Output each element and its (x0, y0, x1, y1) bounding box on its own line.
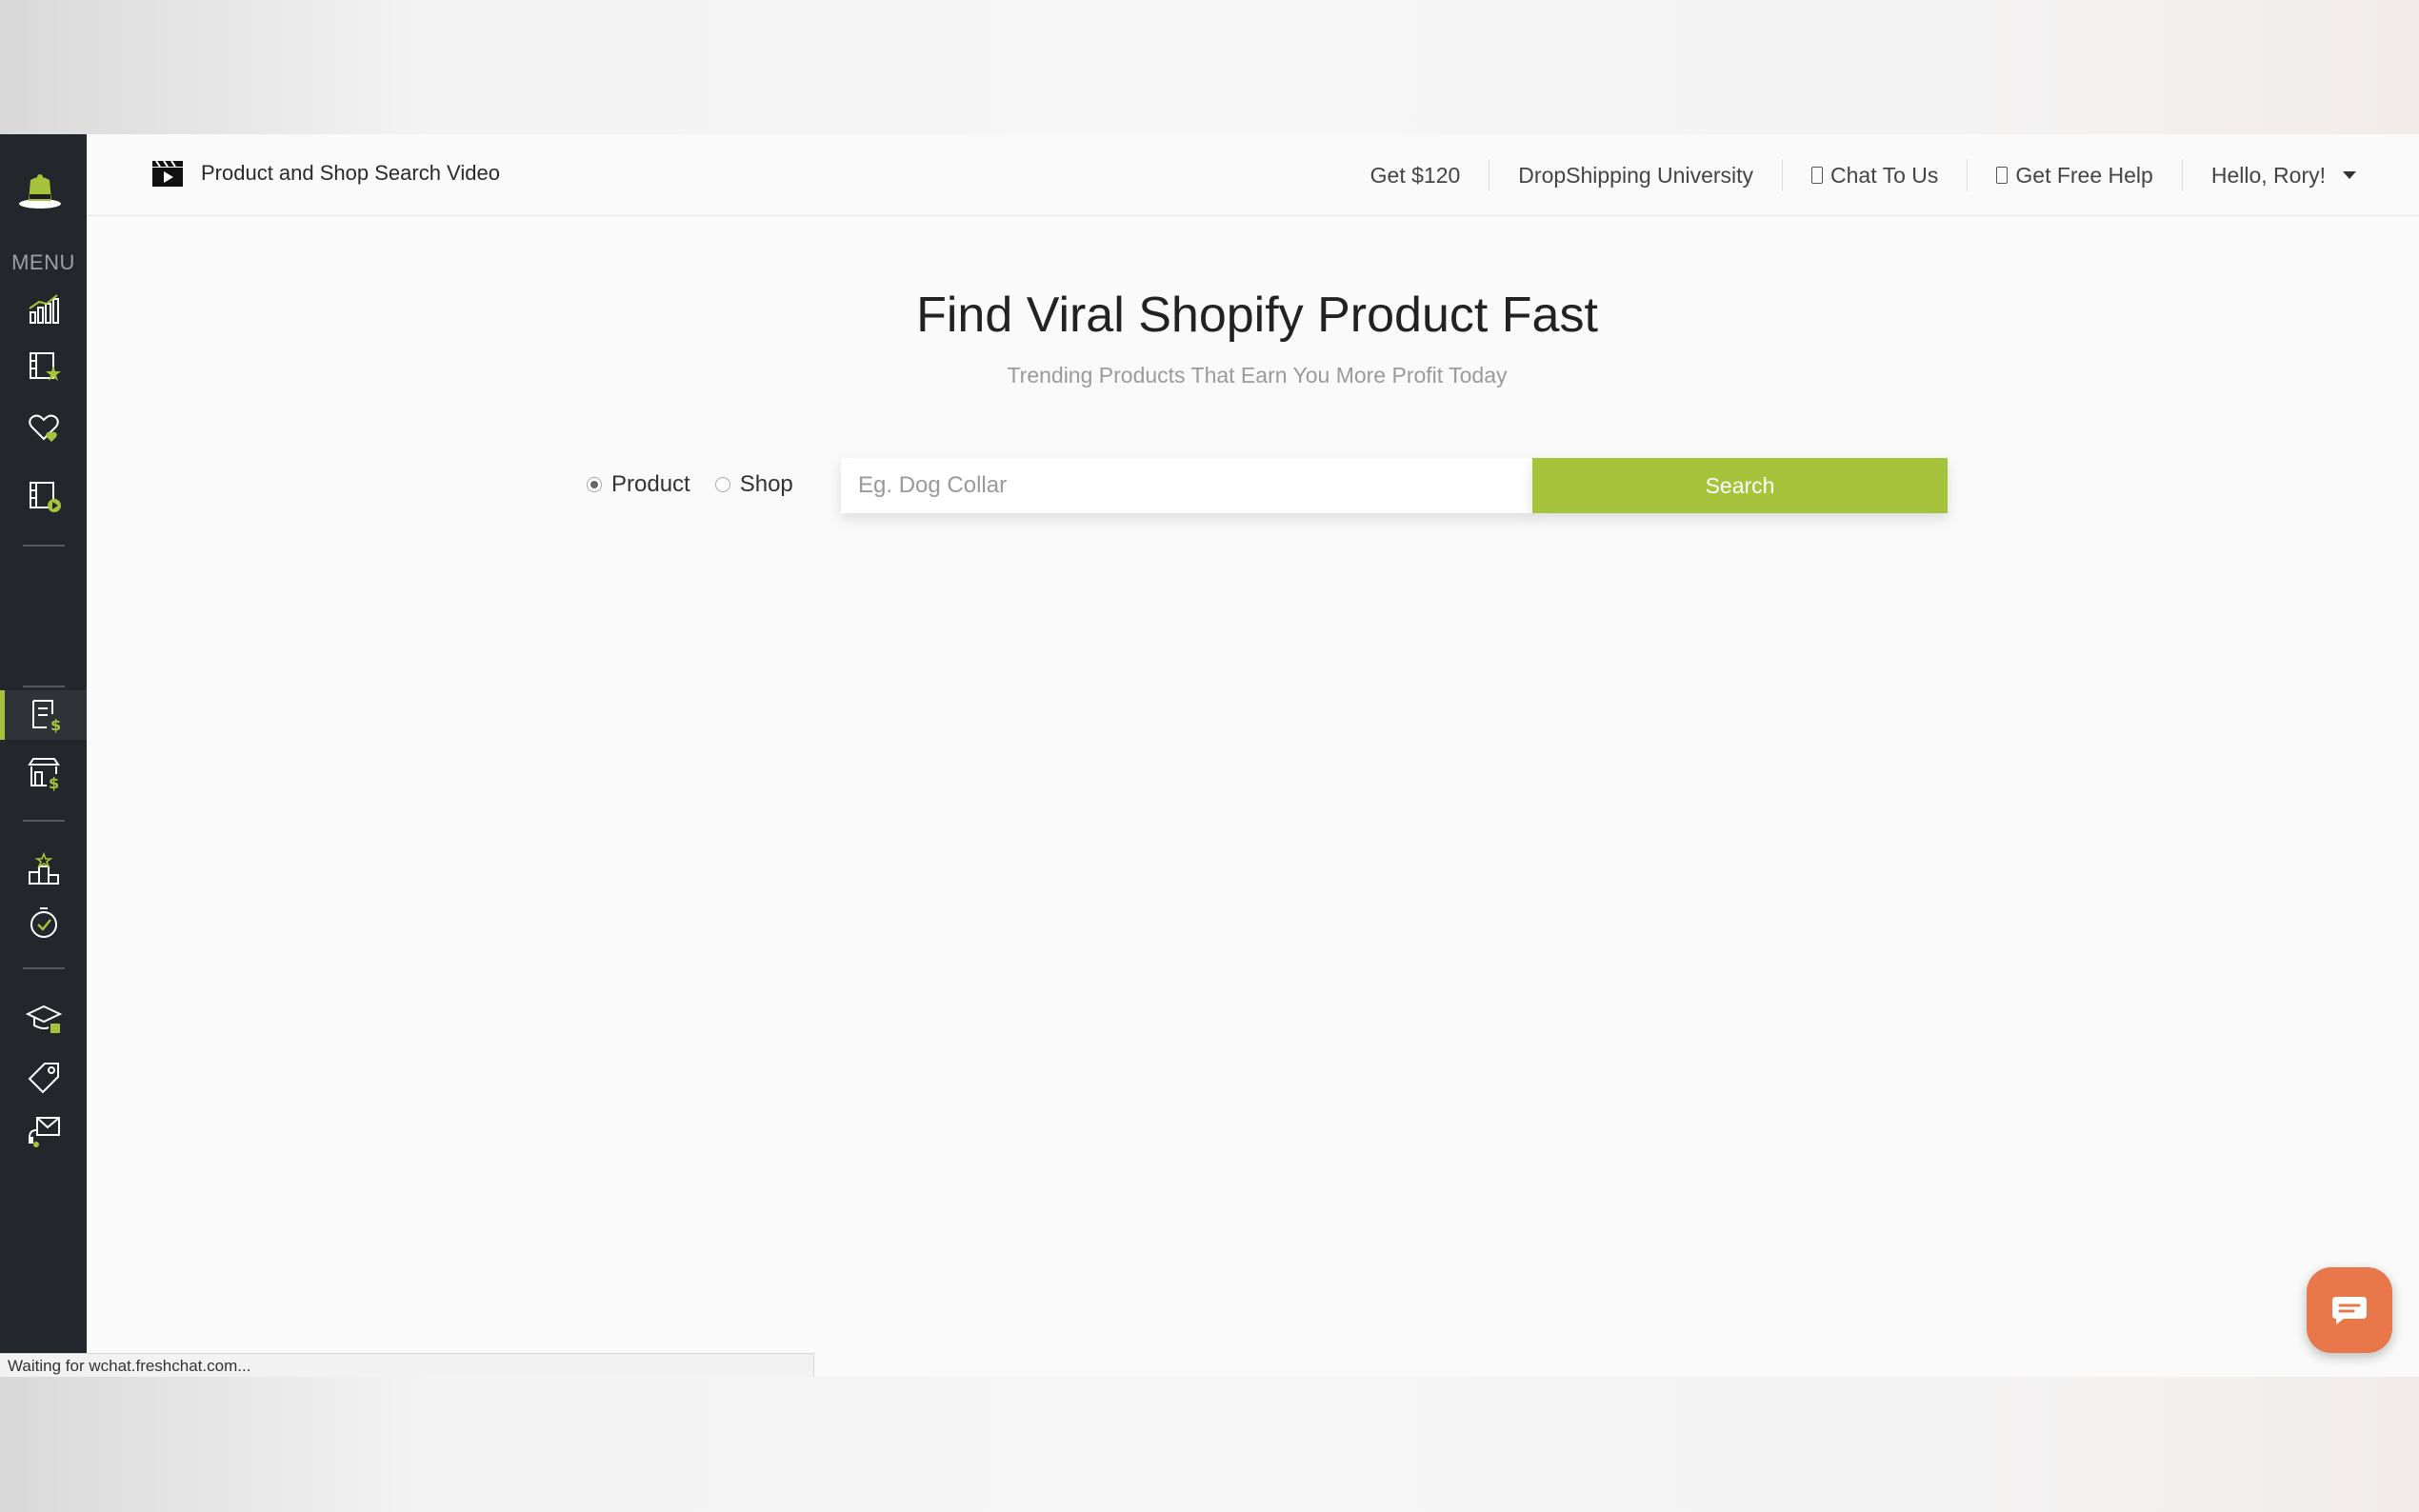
menu-label: MENU (11, 250, 75, 274)
svg-text:$: $ (49, 774, 59, 791)
radio-product-label: Product (611, 471, 690, 497)
radio-product[interactable]: Product (587, 471, 690, 498)
product-shop-search-video-link[interactable]: Product and Shop Search Video (151, 159, 500, 188)
university-label: DropShipping University (1518, 162, 1754, 188)
user-greeting: Hello, Rory! (2210, 162, 2326, 188)
top-nav: Get $120 DropShipping University Chat To… (1342, 155, 2385, 195)
film-play-icon (29, 482, 61, 512)
video-link-label: Product and Shop Search Video (201, 161, 500, 185)
radio-product-indicator[interactable] (587, 477, 602, 492)
user-menu-dropdown[interactable]: Hello, Rory! (2183, 155, 2385, 195)
radio-shop-indicator[interactable] (714, 477, 730, 492)
sidebar-item-shop-search[interactable]: $ (0, 748, 87, 798)
support-mail-icon (28, 1117, 60, 1147)
chat-bubble-icon (2332, 1297, 2367, 1324)
topbar: Product and Shop Search Video Get $120 D… (87, 134, 2419, 216)
sidebar-item-product-search[interactable]: $ (0, 690, 87, 740)
caret-down-icon (2343, 171, 2356, 179)
get-free-help-link[interactable]: Get Free Help (1968, 155, 2181, 195)
app-window: MENU $ $ Product and Shop Search Video G… (0, 134, 2419, 1377)
get-money-label: Get $120 (1369, 162, 1461, 188)
stopwatch-icon (30, 907, 57, 938)
search-type-radio-group: Product Shop (587, 471, 818, 498)
sidebar-item-support[interactable] (0, 1106, 87, 1156)
chat-to-us-link[interactable]: Chat To Us (1783, 155, 1967, 195)
price-tag-icon (28, 1063, 59, 1094)
shop-search-icon: $ (27, 758, 60, 791)
product-search-icon: $ (32, 700, 61, 733)
sidebar-divider (23, 686, 65, 687)
heart-icon (28, 414, 59, 442)
radio-shop-label: Shop (739, 471, 793, 497)
help-glyph-icon (1996, 167, 2009, 184)
chat-glyph-icon (1811, 167, 1824, 184)
sidebar-item-university[interactable] (0, 994, 87, 1044)
page-subtitle: Trending Products That Earn You More Pro… (1007, 363, 1508, 388)
ranking-podium-icon (28, 851, 59, 885)
get-money-link[interactable]: Get $120 (1342, 155, 1489, 195)
sidebar-divider (23, 820, 65, 822)
sidebar-divider (23, 967, 65, 969)
radio-shop[interactable]: Shop (714, 471, 793, 498)
hat-logo-icon[interactable] (17, 169, 63, 210)
sidebar-item-timer[interactable] (0, 898, 87, 947)
sidebar-item-rankings[interactable] (0, 845, 87, 894)
sidebar-item-favorites[interactable] (0, 403, 87, 452)
sidebar-item-videos[interactable] (0, 471, 87, 521)
sidebar-item-deals[interactable] (0, 1053, 87, 1103)
dropshipping-university-link[interactable]: DropShipping University (1489, 155, 1782, 195)
clapperboard-icon (152, 160, 183, 187)
help-label: Get Free Help (2015, 162, 2153, 188)
graduation-cap-icon (25, 1005, 62, 1033)
search-input[interactable] (841, 458, 1533, 513)
svg-text:$: $ (50, 716, 61, 733)
page-title: Find Viral Shopify Product Fast (916, 288, 1598, 343)
sidebar-divider (23, 545, 65, 547)
browser-status-bar: Waiting for wchat.freshchat.com... (0, 1353, 814, 1377)
chat-label: Chat To Us (1830, 162, 1939, 188)
search-button[interactable]: Search (1532, 458, 1948, 513)
chat-widget-button[interactable] (2307, 1267, 2392, 1353)
